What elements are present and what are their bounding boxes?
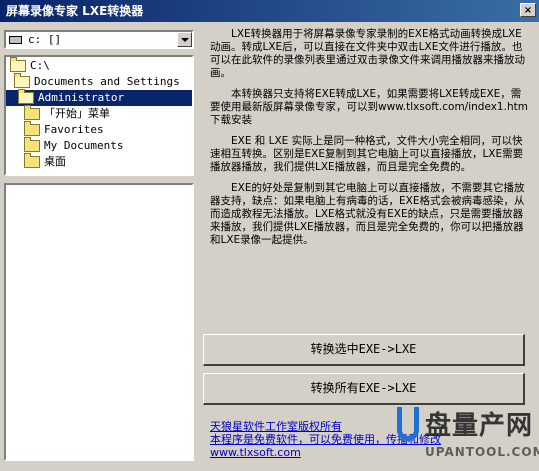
description-paragraph: EXE 和 LXE 实际上是同一种格式，文件大小完全相同，可以快速相互转换。区别… xyxy=(210,135,524,173)
drive-select[interactable]: c: [] xyxy=(4,30,194,49)
folder-open-icon xyxy=(10,57,26,72)
dropdown-arrow-icon[interactable] xyxy=(177,32,192,47)
folder-icon xyxy=(24,121,40,136)
tree-item-label: Documents and Settings xyxy=(34,75,180,88)
description-text: LXE转换器用于将屏幕录像专家录制的EXE格式动画转换成LXE动画。转成LXE后… xyxy=(210,28,528,328)
tree-item-administrator[interactable]: Administrator xyxy=(6,89,192,106)
convert-all-button[interactable]: 转换所有EXE->LXE xyxy=(203,373,525,405)
folder-open-icon xyxy=(14,73,30,88)
tree-item-desktop[interactable]: 桌面 xyxy=(8,153,188,170)
folder-icon xyxy=(24,137,40,152)
window-title: 屏幕录像专家 LXE转换器 xyxy=(6,4,144,18)
watermark-title: 盘量产网 xyxy=(425,411,534,441)
close-button[interactable]: × xyxy=(520,3,536,17)
drive-select-value: c: [] xyxy=(28,33,62,46)
tree-item-documents-and-settings[interactable]: Documents and Settings xyxy=(8,73,188,90)
tree-item-label: C:\ xyxy=(30,59,50,72)
tree-item-start-menu[interactable]: 「开始」菜单 xyxy=(8,105,188,122)
watermark: 盘量产网 UPANTOOL.COM xyxy=(397,405,539,469)
tree-item-label: Favorites xyxy=(44,123,104,136)
tree-item-label: 桌面 xyxy=(44,155,66,168)
description-paragraph: EXE的好处是复制到其它电脑上可以直接播放，不需要其它播放器支持，缺点：如果电脑… xyxy=(210,182,525,246)
folder-tree[interactable]: C:\ Documents and Settings Administrator… xyxy=(4,55,194,176)
convert-selected-button[interactable]: 转换选中EXE->LXE xyxy=(203,334,525,366)
watermark-url: UPANTOOL.COM xyxy=(425,445,539,459)
tree-item-my-documents[interactable]: My Documents xyxy=(8,137,188,154)
title-bar: 屏幕录像专家 LXE转换器 × xyxy=(0,0,539,22)
tree-item-favorites[interactable]: Favorites xyxy=(8,121,188,138)
tree-item-label: My Documents xyxy=(44,139,124,152)
u-disk-logo-icon xyxy=(397,407,419,441)
description-paragraph: LXE转换器用于将屏幕录像专家录制的EXE格式动画转换成LXE动画。转成LXE后… xyxy=(210,28,525,79)
folder-icon xyxy=(24,153,40,168)
tree-item-c-drive[interactable]: C:\ xyxy=(8,57,188,74)
drive-icon xyxy=(9,36,22,44)
description-paragraph: 本转换器只支持将EXE转成LXE，如果需要将LXE转成EXE，需要使用最新版屏幕… xyxy=(210,88,528,126)
folder-icon xyxy=(24,105,40,120)
folder-open-icon xyxy=(18,89,34,104)
file-list[interactable] xyxy=(4,183,194,461)
tree-item-label: Administrator xyxy=(38,91,125,104)
tree-item-label: 「开始」菜单 xyxy=(44,107,110,120)
